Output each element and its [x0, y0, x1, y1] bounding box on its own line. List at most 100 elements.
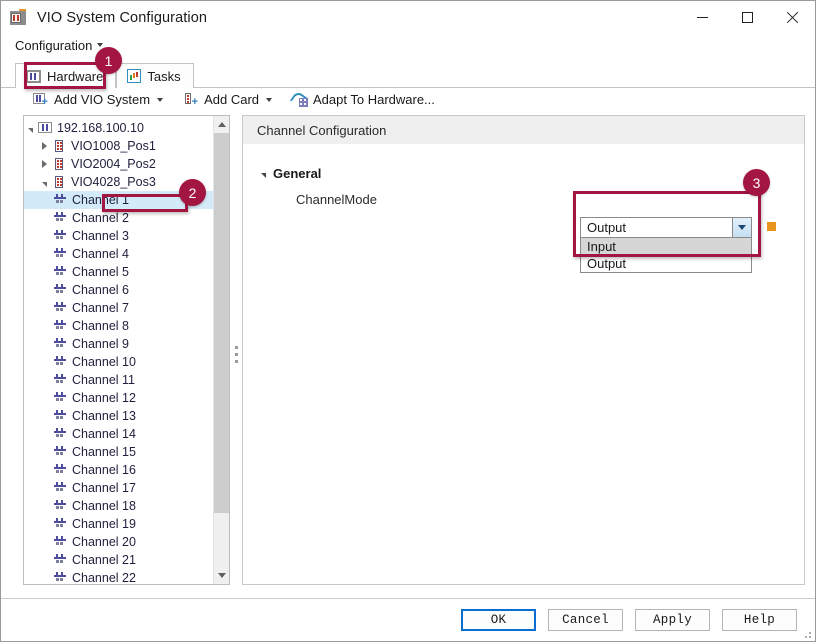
chevron-down-icon[interactable]	[732, 218, 751, 237]
dropdown-option-input[interactable]: Input	[581, 238, 751, 255]
group-general[interactable]: General	[261, 166, 804, 181]
add-card-icon: +	[183, 92, 199, 108]
add-vio-system-button[interactable]: + Add VIO System	[31, 91, 165, 108]
group-general-label: General	[273, 166, 322, 181]
tree-item-label: Channel 19	[72, 517, 136, 531]
menu-item-configuration[interactable]: Configuration	[12, 37, 106, 54]
vio-system-icon	[37, 121, 54, 135]
scrollbar-track[interactable]	[214, 133, 229, 567]
tree-item-channel-17[interactable]: Channel 17	[24, 479, 213, 497]
tree-item-channel-8[interactable]: Channel 8	[24, 317, 213, 335]
chevron-down-icon	[157, 97, 164, 102]
annotation-badge-3: 3	[743, 169, 770, 196]
tree-item-label: Channel 18	[72, 499, 136, 513]
tree-item-label: Channel 3	[72, 229, 129, 243]
channel-icon	[52, 319, 69, 333]
tree-item-channel-19[interactable]: Channel 19	[24, 515, 213, 533]
tree-item-channel-22[interactable]: Channel 22	[24, 569, 213, 584]
tree-item-channel-21[interactable]: Channel 21	[24, 551, 213, 569]
expander-closed-icon[interactable]	[38, 155, 51, 173]
expander-open-icon[interactable]	[24, 119, 37, 137]
channelmode-combobox[interactable]: Output Input Output	[580, 217, 752, 273]
tree-item-channel-15[interactable]: Channel 15	[24, 443, 213, 461]
channel-icon	[52, 337, 69, 351]
tab-hardware-label: Hardware	[47, 68, 104, 84]
tree-item-label: VIO1008_Pos1	[71, 139, 156, 153]
channelmode-selected-value: Output	[587, 220, 627, 235]
add-vio-system-label: Add VIO System	[54, 92, 151, 107]
tree-item-root-label: 192.168.100.10	[57, 121, 144, 135]
scroll-down-arrow-icon[interactable]	[214, 567, 229, 584]
panel-title: Channel Configuration	[243, 116, 804, 144]
tree-scrollbar[interactable]	[213, 116, 229, 584]
apply-button[interactable]: Apply	[635, 609, 710, 631]
tree-item-label: Channel 5	[72, 265, 129, 279]
vio-system-configuration-window: VIO System Configuration Configuration H…	[0, 0, 816, 642]
chevron-down-icon	[97, 43, 104, 47]
tree-item-channel-13[interactable]: Channel 13	[24, 407, 213, 425]
tree-item-label: Channel 11	[72, 373, 136, 387]
close-icon[interactable]	[770, 1, 815, 34]
scrollbar-thumb[interactable]	[214, 133, 229, 513]
channel-icon	[52, 301, 69, 315]
channel-icon	[52, 355, 69, 369]
panel-splitter[interactable]	[230, 115, 242, 598]
channelmode-combobox-field[interactable]: Output	[580, 217, 752, 238]
dropdown-option-output[interactable]: Output	[581, 255, 751, 272]
channel-icon	[52, 211, 69, 225]
tree-item-channel-10[interactable]: Channel 10	[24, 353, 213, 371]
adapt-to-hardware-button[interactable]: Adapt To Hardware...	[289, 90, 437, 109]
maximize-icon[interactable]	[725, 1, 770, 34]
tree-item-label: Channel 2	[72, 211, 129, 225]
expander-open-icon[interactable]	[261, 173, 266, 178]
cancel-button[interactable]: Cancel	[548, 609, 623, 631]
tree-item-channel-11[interactable]: Channel 11	[24, 371, 213, 389]
tree-item-vio2004-pos2[interactable]: VIO2004_Pos2	[24, 155, 213, 173]
tree-item-vio1008-pos1[interactable]: VIO1008_Pos1	[24, 137, 213, 155]
tree-item-label: Channel 17	[72, 481, 136, 495]
channel-icon	[52, 265, 69, 279]
channelmode-dropdown-list[interactable]: Input Output	[580, 238, 752, 273]
resize-grip-icon[interactable]	[801, 628, 811, 638]
tree-item-channel-2[interactable]: Channel 2	[24, 209, 213, 227]
card-icon	[51, 157, 68, 171]
tree-item-label: Channel 15	[72, 445, 136, 459]
adapt-to-hardware-icon	[289, 90, 309, 109]
add-card-button[interactable]: + Add Card	[181, 91, 274, 108]
tree-item-label: Channel 16	[72, 463, 136, 477]
add-card-label: Add Card	[204, 92, 260, 107]
tree-item-label: Channel 21	[72, 553, 136, 567]
tree-item-channel-3[interactable]: Channel 3	[24, 227, 213, 245]
tree-item-label: Channel 9	[72, 337, 129, 351]
tree-item-channel-5[interactable]: Channel 5	[24, 263, 213, 281]
tree-item-channel-6[interactable]: Channel 6	[24, 281, 213, 299]
dialog-footer: OK Cancel Apply Help	[1, 598, 815, 641]
add-vio-system-icon: +	[33, 92, 49, 108]
card-icon	[51, 175, 68, 189]
menu-item-configuration-label: Configuration	[15, 37, 93, 53]
channel-configuration-panel: Channel Configuration General ChannelMod…	[242, 115, 805, 585]
expander-closed-icon[interactable]	[38, 137, 51, 155]
help-button[interactable]: Help	[722, 609, 797, 631]
expander-open-icon[interactable]	[38, 173, 51, 191]
tree-item-channel-7[interactable]: Channel 7	[24, 299, 213, 317]
tree-item-channel-9[interactable]: Channel 9	[24, 335, 213, 353]
hardware-toolbar: + Add VIO System + Add Card Adapt To Har…	[1, 87, 815, 111]
scroll-up-arrow-icon[interactable]	[214, 116, 229, 133]
tree-item-channel-12[interactable]: Channel 12	[24, 389, 213, 407]
adapt-to-hardware-label: Adapt To Hardware...	[313, 92, 435, 107]
tree-item-channel-20[interactable]: Channel 20	[24, 533, 213, 551]
tree-item-channel-18[interactable]: Channel 18	[24, 497, 213, 515]
tree-item-channel-4[interactable]: Channel 4	[24, 245, 213, 263]
annotation-badge-1: 1	[95, 47, 122, 74]
ok-button[interactable]: OK	[461, 609, 536, 631]
tree-item-channel-14[interactable]: Channel 14	[24, 425, 213, 443]
tree-item-label: Channel 6	[72, 283, 129, 297]
titlebar: VIO System Configuration	[1, 1, 815, 34]
minimize-icon[interactable]	[680, 1, 725, 34]
tree-item-root[interactable]: 192.168.100.10	[24, 119, 213, 137]
tab-tasks[interactable]: Tasks	[116, 63, 194, 88]
channel-icon	[52, 463, 69, 477]
tree-item-channel-16[interactable]: Channel 16	[24, 461, 213, 479]
tree-item-label: VIO2004_Pos2	[71, 157, 156, 171]
